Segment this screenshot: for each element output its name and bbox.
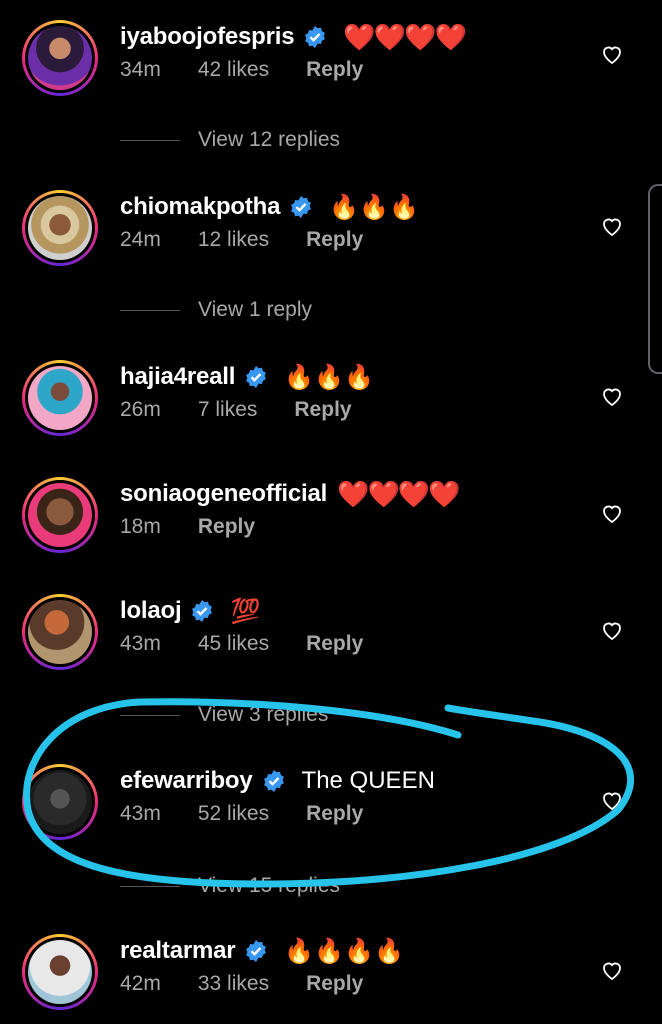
- comment-time: 34m: [120, 58, 161, 81]
- divider: [120, 885, 180, 887]
- verified-badge-icon: [305, 26, 326, 48]
- avatar[interactable]: [22, 477, 98, 553]
- view-replies[interactable]: View 15 replies: [120, 874, 340, 898]
- heart-outline-icon[interactable]: [600, 214, 624, 238]
- divider: [120, 714, 180, 716]
- annotation-circle: [23, 698, 635, 888]
- heart-outline-icon[interactable]: [600, 42, 624, 66]
- avatar[interactable]: [22, 20, 98, 96]
- comment-text: 🔥🔥🔥: [329, 193, 419, 221]
- heart-outline-icon[interactable]: [600, 384, 624, 408]
- reply-button[interactable]: Reply: [198, 515, 255, 539]
- view-replies[interactable]: View 3 replies: [120, 703, 328, 727]
- divider: [120, 139, 180, 141]
- like-count[interactable]: 45 likes: [198, 632, 269, 656]
- comment-text: ❤️❤️❤️❤️: [337, 478, 460, 509]
- reply-button[interactable]: Reply: [306, 972, 363, 996]
- like-count[interactable]: 33 likes: [198, 972, 269, 996]
- username[interactable]: realtarmar: [120, 937, 236, 965]
- comment-text: 🔥🔥🔥🔥: [284, 937, 404, 965]
- like-count[interactable]: 12 likes: [198, 228, 269, 252]
- username[interactable]: hajia4reall: [120, 363, 235, 391]
- comment-time: 43m: [120, 802, 161, 825]
- comment-time: 26m: [120, 398, 161, 421]
- username[interactable]: chiomakpotha: [120, 193, 280, 221]
- avatar[interactable]: [22, 594, 98, 670]
- comment-time: 43m: [120, 632, 161, 655]
- avatar[interactable]: [22, 764, 98, 840]
- comment-time: 42m: [120, 972, 161, 995]
- verified-badge-icon: [263, 770, 284, 792]
- scrollbar[interactable]: [648, 184, 662, 374]
- username[interactable]: iyaboojofespris: [120, 23, 295, 51]
- username[interactable]: efewarriboy: [120, 767, 253, 795]
- view-replies-label[interactable]: View 1 reply: [198, 298, 312, 322]
- comment-text: ❤️❤️❤️❤️: [343, 21, 466, 52]
- reply-button[interactable]: Reply: [306, 228, 363, 252]
- heart-outline-icon[interactable]: [600, 958, 624, 982]
- comment-time: 18m: [120, 515, 161, 538]
- divider: [120, 309, 180, 311]
- avatar[interactable]: [22, 190, 98, 266]
- comment-time: 24m: [120, 228, 161, 251]
- reply-button[interactable]: Reply: [306, 632, 363, 656]
- heart-outline-icon[interactable]: [600, 501, 624, 525]
- view-replies[interactable]: View 1 reply: [120, 298, 312, 322]
- view-replies[interactable]: View 12 replies: [120, 128, 340, 152]
- username[interactable]: soniaogeneofficial: [120, 480, 327, 508]
- heart-outline-icon[interactable]: [600, 788, 624, 812]
- like-count[interactable]: 52 likes: [198, 802, 269, 826]
- verified-badge-icon: [291, 196, 312, 218]
- view-replies-label[interactable]: View 12 replies: [198, 128, 340, 152]
- comment-text: 💯: [230, 597, 261, 625]
- heart-outline-icon[interactable]: [600, 618, 624, 642]
- username[interactable]: lolaoj: [120, 597, 182, 625]
- like-count[interactable]: 42 likes: [198, 58, 269, 82]
- comment-text: The QUEEN: [301, 767, 435, 794]
- verified-badge-icon: [246, 940, 267, 962]
- avatar[interactable]: [22, 934, 98, 1010]
- comment-text: 🔥🔥🔥: [284, 363, 374, 391]
- view-replies-label[interactable]: View 15 replies: [198, 874, 340, 898]
- verified-badge-icon: [246, 366, 267, 388]
- reply-button[interactable]: Reply: [294, 398, 351, 422]
- like-count[interactable]: 7 likes: [198, 398, 258, 422]
- avatar[interactable]: [22, 360, 98, 436]
- reply-button[interactable]: Reply: [306, 802, 363, 826]
- reply-button[interactable]: Reply: [306, 58, 363, 82]
- verified-badge-icon: [192, 600, 213, 622]
- view-replies-label[interactable]: View 3 replies: [198, 703, 328, 727]
